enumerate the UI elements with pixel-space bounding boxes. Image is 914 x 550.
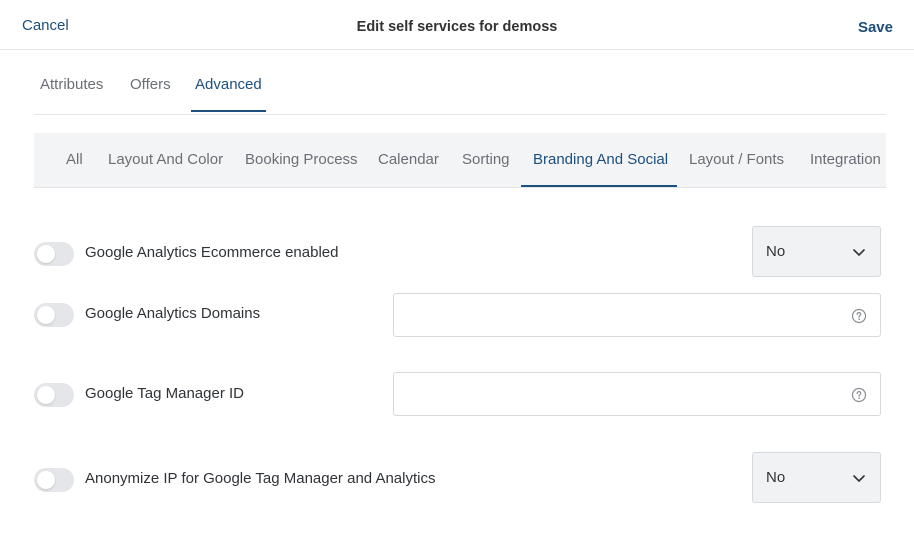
subtab-booking-process[interactable]: Booking Process: [245, 151, 358, 168]
tab-advanced[interactable]: Advanced: [195, 76, 262, 93]
active-subtab-indicator: [521, 185, 677, 187]
ga-domains-toggle[interactable]: [34, 303, 74, 327]
toggle-knob: [37, 471, 55, 489]
toggle-knob: [37, 386, 55, 404]
anonymize-ip-select-value: No: [766, 469, 786, 486]
toggle-knob: [37, 245, 55, 263]
gtm-id-toggle[interactable]: [34, 383, 74, 407]
dialog-title: Edit self services for demoss: [356, 19, 558, 35]
sub-tabs: All Layout And Color Booking Process Cal…: [34, 133, 886, 188]
ga-domains-label: Google Analytics Domains: [85, 305, 261, 322]
ga-ecommerce-label: Google Analytics Ecommerce enabled: [85, 244, 339, 261]
subtab-sorting[interactable]: Sorting: [462, 151, 510, 168]
tab-offers[interactable]: Offers: [130, 76, 171, 93]
subtab-calendar[interactable]: Calendar: [378, 151, 439, 168]
active-tab-indicator: [191, 110, 266, 112]
anonymize-ip-toggle[interactable]: [34, 468, 74, 492]
gtm-id-label: Google Tag Manager ID: [85, 385, 244, 402]
gtm-id-field[interactable]: [393, 372, 881, 416]
toggle-knob: [37, 306, 55, 324]
subtab-integration[interactable]: Integration: [810, 151, 881, 168]
ga-ecommerce-select[interactable]: No: [752, 226, 881, 277]
save-button[interactable]: Save: [858, 19, 893, 36]
main-tabs: Attributes Offers Advanced: [34, 62, 886, 115]
help-circle-icon[interactable]: [851, 387, 867, 403]
ga-ecommerce-select-value: No: [766, 243, 786, 260]
subtab-all[interactable]: All: [66, 151, 83, 168]
subtab-layout-fonts[interactable]: Layout / Fonts: [689, 151, 784, 168]
subtab-layout-and-color[interactable]: Layout And Color: [108, 151, 223, 168]
dialog-header: Cancel Edit self services for demoss Sav…: [0, 0, 914, 50]
subtab-branding-and-social[interactable]: Branding And Social: [533, 151, 668, 168]
gtm-id-input[interactable]: [394, 373, 844, 415]
anonymize-ip-label: Anonymize IP for Google Tag Manager and …: [85, 470, 436, 487]
chevron-down-icon: [853, 475, 865, 482]
anonymize-ip-select[interactable]: No: [752, 452, 881, 503]
help-circle-icon[interactable]: [851, 308, 867, 324]
ga-domains-field[interactable]: [393, 293, 881, 337]
tab-attributes[interactable]: Attributes: [40, 76, 103, 93]
chevron-down-icon: [853, 249, 865, 256]
ga-ecommerce-toggle[interactable]: [34, 242, 74, 266]
ga-domains-input[interactable]: [394, 294, 844, 336]
